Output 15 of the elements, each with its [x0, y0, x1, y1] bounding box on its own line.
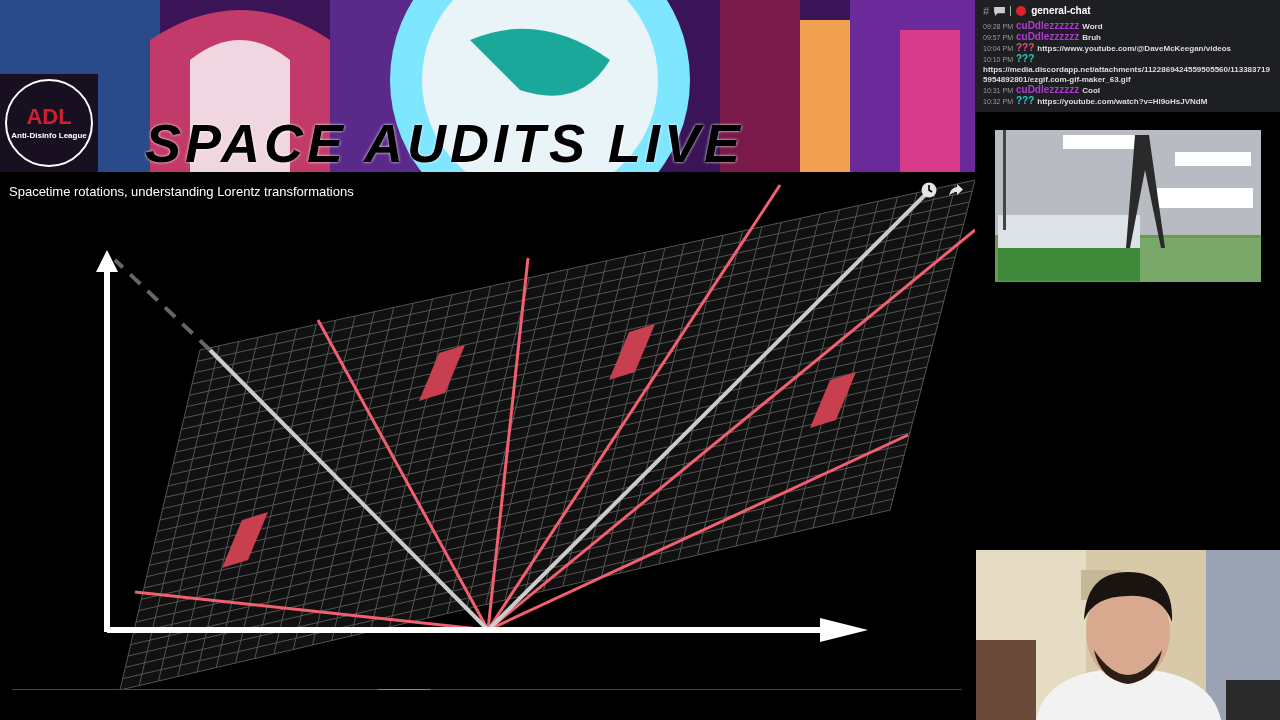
message-text: https://youtube.com/watch?v=Hl9oHsJVNdM	[1037, 97, 1208, 107]
message-text: https://www.youtube.com/@DaveMcKeegan/videos	[1037, 44, 1232, 54]
message-author: ???	[1015, 96, 1035, 106]
hash-icon: #	[983, 5, 990, 17]
message-text: Word	[1082, 22, 1103, 32]
chat-bubble-icon	[994, 6, 1006, 16]
message-text: https://media.discordapp.net/attachments/1122869424559505560/1133837195954892801/ezgif.com-gif-maker_63.gif	[983, 65, 1271, 85]
channel-name: general-chat	[1031, 6, 1091, 16]
message-author: ???	[1015, 54, 1035, 64]
message-text: Cool	[1082, 86, 1101, 96]
message-text: Bruh	[1082, 33, 1101, 43]
message-author: cuDdlezzzzzz	[1015, 85, 1080, 95]
message-author: ???	[1015, 43, 1035, 53]
message-author: cuDdlezzzzzz	[1015, 21, 1080, 31]
message-author: cuDdlezzzzzz	[1015, 32, 1080, 42]
